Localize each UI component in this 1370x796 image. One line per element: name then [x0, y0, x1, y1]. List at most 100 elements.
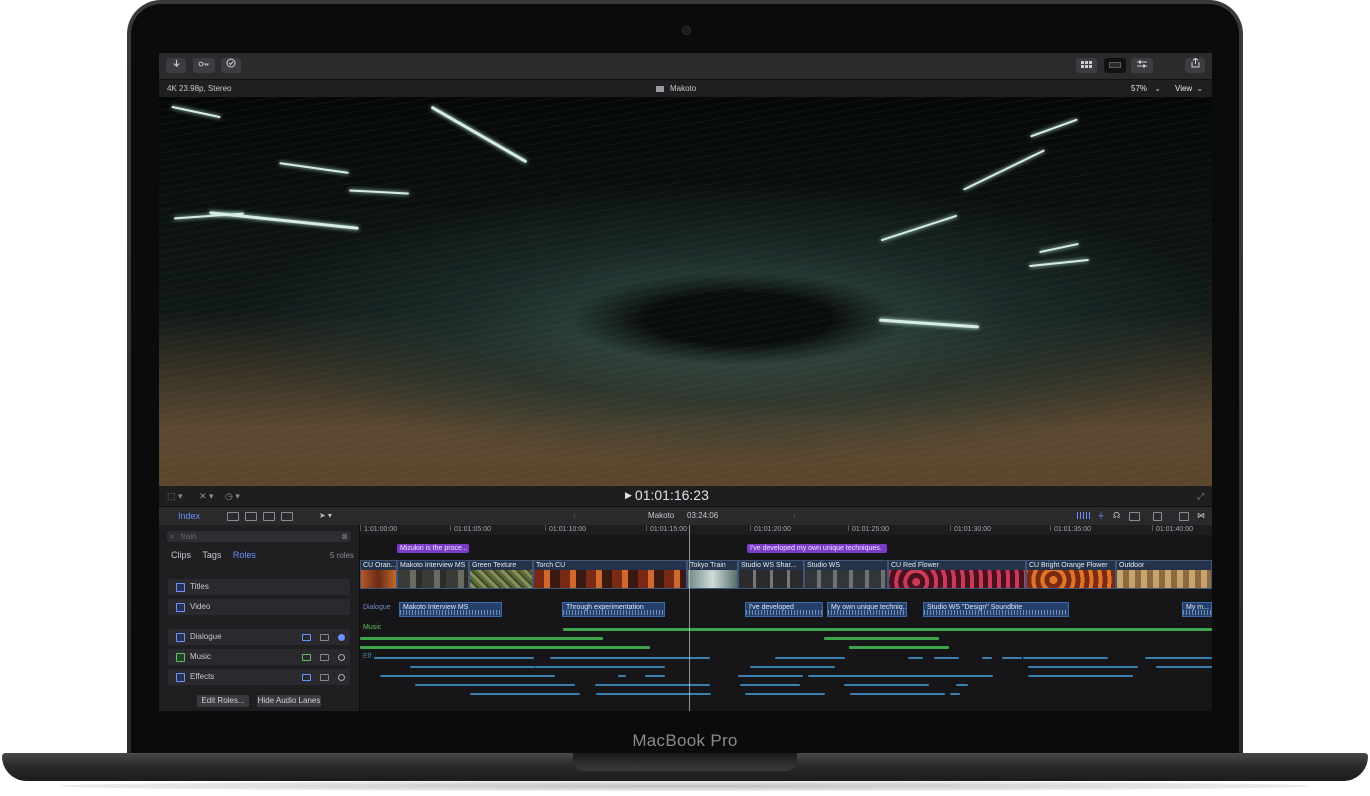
- effects-clip[interactable]: [844, 684, 929, 686]
- effects-clip[interactable]: [1156, 666, 1212, 668]
- effects-clip[interactable]: [374, 657, 534, 659]
- effects-clip[interactable]: [380, 675, 555, 677]
- role-checkbox[interactable]: [176, 673, 185, 682]
- title-clip[interactable]: Mizukiri is the proce...: [397, 544, 469, 553]
- effects-clip[interactable]: [1002, 657, 1022, 659]
- tab-clips[interactable]: Clips: [171, 550, 191, 560]
- effects-clip[interactable]: [535, 666, 665, 668]
- list-icon[interactable]: [320, 674, 329, 681]
- select-tool-icon[interactable]: ➤ ▾: [319, 507, 332, 525]
- speed-tool-icon[interactable]: ◷ ▾: [225, 491, 240, 502]
- video-clip[interactable]: CU Bright Orange Flower: [1026, 560, 1116, 589]
- lane-icon[interactable]: [302, 654, 311, 661]
- effects-clip[interactable]: [1023, 657, 1108, 659]
- video-clip[interactable]: Torch CU: [533, 560, 687, 589]
- effects-clip[interactable]: [934, 657, 959, 659]
- index-search-field[interactable]: ⌕ train ⊗: [167, 531, 351, 542]
- view-menu[interactable]: View ⌄: [1175, 80, 1203, 97]
- role-row-dialogue[interactable]: Dialogue: [168, 629, 350, 645]
- enhance-tool-icon[interactable]: ✕ ▾: [199, 491, 214, 502]
- video-clip[interactable]: Studio WS: [804, 560, 888, 589]
- inspector-toggle-button[interactable]: [1131, 58, 1153, 73]
- video-clip[interactable]: Green Texture: [469, 560, 533, 589]
- role-checkbox[interactable]: [176, 583, 185, 592]
- role-checkbox[interactable]: [176, 633, 185, 642]
- transitions-icon[interactable]: ⋈: [1197, 507, 1205, 525]
- time-ruler[interactable]: 1:01:00:00 01:01:05:00 01:01:10:00 01:01…: [360, 525, 1212, 535]
- lane-icon[interactable]: [302, 634, 311, 641]
- tab-roles[interactable]: Roles: [233, 550, 256, 560]
- clear-search-icon[interactable]: ⊗: [341, 531, 348, 542]
- video-clip[interactable]: Tokyo Train: [687, 560, 738, 589]
- audio-clip[interactable]: Makoto Interview MS: [399, 602, 502, 617]
- lane-icon[interactable]: [302, 674, 311, 681]
- effects-clip[interactable]: [808, 675, 993, 677]
- clip-appearance-icon[interactable]: [1153, 512, 1162, 521]
- overwrite-clip-icon[interactable]: [281, 512, 293, 521]
- solo-icon[interactable]: ⏚: [1097, 507, 1105, 525]
- video-viewer[interactable]: [159, 97, 1212, 486]
- hide-audio-lanes-button[interactable]: Hide Audio Lanes: [257, 695, 321, 707]
- effects-clip[interactable]: [850, 693, 945, 695]
- effects-clip[interactable]: [982, 657, 992, 659]
- timeline-toggle-button[interactable]: [1104, 58, 1126, 73]
- focus-dot-icon[interactable]: [338, 674, 345, 681]
- effects-clip[interactable]: [1028, 666, 1138, 668]
- effects-clip[interactable]: [908, 657, 923, 659]
- effects-clip[interactable]: [1028, 675, 1133, 677]
- headphones-icon[interactable]: ☊: [1113, 507, 1120, 525]
- insert-clip-icon[interactable]: [245, 512, 257, 521]
- role-row-effects[interactable]: Effects: [168, 669, 350, 685]
- role-row-titles[interactable]: Titles: [168, 579, 350, 595]
- timeline[interactable]: 1:01:00:00 01:01:05:00 01:01:10:00 01:01…: [360, 525, 1212, 711]
- effects-clip[interactable]: [415, 684, 575, 686]
- share-button[interactable]: [1185, 57, 1205, 73]
- effects-clip[interactable]: [618, 675, 626, 677]
- edit-roles-button[interactable]: Edit Roles...: [197, 695, 249, 707]
- audio-clip[interactable]: Studio WS "Design" Soundbite: [923, 602, 1069, 617]
- music-clip[interactable]: [360, 637, 603, 640]
- import-button[interactable]: [166, 58, 186, 73]
- timecode-display[interactable]: ▶ 01:01:16:23: [625, 487, 709, 503]
- effects-clip[interactable]: [470, 693, 580, 695]
- tab-tags[interactable]: Tags: [202, 550, 221, 560]
- music-clip[interactable]: [360, 646, 650, 649]
- effects-clip[interactable]: [550, 657, 710, 659]
- list-icon[interactable]: [320, 634, 329, 641]
- audio-clip[interactable]: I've developed: [745, 602, 823, 617]
- keywords-button[interactable]: [193, 58, 215, 73]
- focus-dot-icon[interactable]: [338, 654, 345, 661]
- music-clip[interactable]: [824, 637, 939, 640]
- effects-clip[interactable]: [410, 666, 535, 668]
- back-arrow-icon[interactable]: ‹: [573, 507, 576, 525]
- focus-dot-icon[interactable]: [338, 634, 345, 641]
- effects-clip[interactable]: [596, 693, 711, 695]
- music-clip[interactable]: [849, 646, 949, 649]
- video-clip[interactable]: Outdoor: [1116, 560, 1212, 589]
- effects-clip[interactable]: [738, 675, 803, 677]
- role-row-music[interactable]: Music: [168, 649, 350, 665]
- transform-tool-icon[interactable]: ⬚ ▾: [167, 491, 183, 502]
- effects-clip[interactable]: [595, 684, 710, 686]
- title-clip[interactable]: I've developed my own unique techniques.: [747, 544, 887, 553]
- effects-clip[interactable]: [740, 684, 800, 686]
- audio-skimming-icon[interactable]: [1077, 512, 1091, 519]
- background-tasks-button[interactable]: [221, 58, 241, 73]
- playhead[interactable]: [689, 525, 690, 711]
- role-checkbox[interactable]: [176, 603, 185, 612]
- effects-clip[interactable]: [645, 675, 665, 677]
- forward-arrow-icon[interactable]: ›: [793, 507, 796, 525]
- video-clip[interactable]: CU Red Flower: [888, 560, 1026, 589]
- effects-clip[interactable]: [1145, 657, 1212, 659]
- append-clip-icon[interactable]: [227, 512, 239, 521]
- music-clip[interactable]: [563, 628, 1212, 631]
- effects-clip[interactable]: [950, 693, 960, 695]
- zoom-menu[interactable]: 57% ⌄: [1131, 80, 1161, 97]
- index-button[interactable]: Index: [178, 507, 200, 525]
- audio-clip[interactable]: My m...: [1182, 602, 1212, 617]
- role-checkbox[interactable]: [176, 653, 185, 662]
- effects-browser-icon[interactable]: [1179, 512, 1189, 521]
- role-row-video[interactable]: Video: [168, 599, 350, 615]
- video-clip[interactable]: Studio WS Shar...: [738, 560, 804, 589]
- snapping-icon[interactable]: [1129, 512, 1140, 521]
